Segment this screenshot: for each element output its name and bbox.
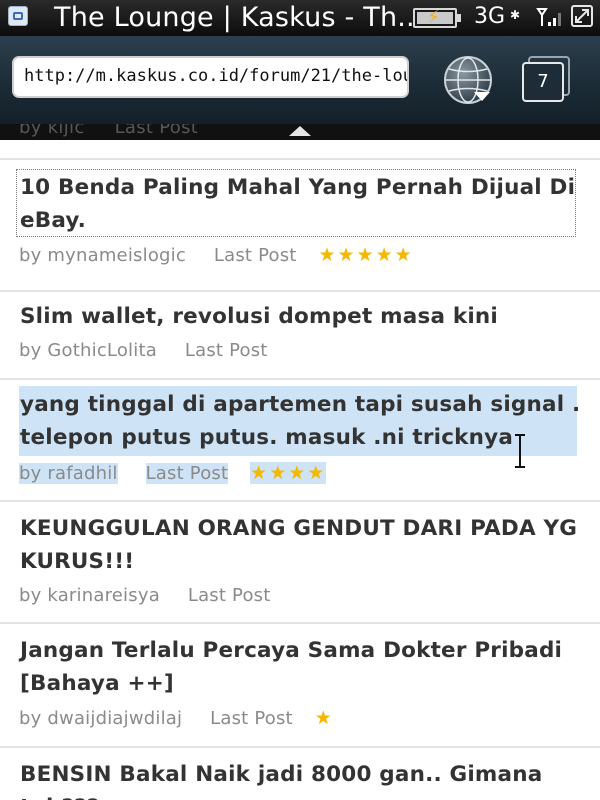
thread-item[interactable]: Slim wallet, revolusi dompet masa kini b… bbox=[0, 292, 600, 378]
last-post-link[interactable]: Last Post bbox=[188, 585, 271, 606]
thread-meta: by karinareisya Last Post bbox=[19, 585, 271, 606]
thread-author[interactable]: by GothicLolita bbox=[19, 340, 157, 361]
thread-author[interactable]: by mynameislogic bbox=[19, 245, 186, 266]
rating-stars: ★★★★★ bbox=[318, 244, 414, 266]
thread-title[interactable]: Jangan Terlalu Percaya Sama Dokter Priba… bbox=[20, 634, 580, 700]
thread-title[interactable]: 10 Benda Paling Mahal Yang Pernah Dijual… bbox=[20, 171, 580, 237]
partial-thread-meta: by kijic Last Post bbox=[19, 124, 222, 138]
thread-meta: by rafadhil Last Post ★★★★ bbox=[19, 462, 327, 484]
thread-item[interactable]: 10 Benda Paling Mahal Yang Pernah Dijual… bbox=[0, 160, 600, 290]
signal-icon bbox=[536, 8, 561, 26]
thread-author[interactable]: by dwaijdiajwdilaj bbox=[19, 708, 182, 729]
thread-author[interactable]: by rafadhil bbox=[19, 463, 118, 484]
thread-item-selected[interactable]: yang tinggal di apartemen tapi susah sig… bbox=[0, 380, 600, 500]
bluetooth-icon: ✱ bbox=[510, 8, 521, 22]
divider bbox=[0, 140, 600, 160]
tabs-icon[interactable]: 7 bbox=[520, 56, 572, 106]
partial-last-post: Last Post bbox=[114, 124, 199, 138]
thread-title[interactable]: BENSIN Bakal Naik jadi 8000 gan.. Gimana… bbox=[20, 758, 580, 800]
network-type-label: 3G bbox=[474, 4, 506, 29]
window-title: The Lounge | Kaskus - Th... bbox=[54, 2, 424, 33]
thread-item[interactable]: KEUNGGULAN ORANG GENDUT DARI PADA YG KUR… bbox=[0, 502, 600, 622]
thread-title[interactable]: Slim wallet, revolusi dompet masa kini bbox=[20, 300, 580, 333]
rating-stars: ★ bbox=[314, 707, 334, 729]
thread-meta: by GothicLolita Last Post bbox=[19, 340, 268, 361]
thread-title[interactable]: KEUNGGULAN ORANG GENDUT DARI PADA YG KUR… bbox=[20, 512, 580, 578]
partial-author: by kijic bbox=[19, 124, 85, 138]
thread-item[interactable]: Jangan Terlalu Percaya Sama Dokter Priba… bbox=[0, 624, 600, 746]
battery-charging-icon: ⚡ bbox=[413, 7, 461, 28]
tabs-count: 7 bbox=[522, 62, 564, 102]
rating-stars: ★★★★ bbox=[250, 462, 327, 484]
status-bar: The Lounge | Kaskus - Th... ⚡ 3G ✱ bbox=[0, 0, 600, 36]
url-input[interactable]: http://m.kaskus.co.id/forum/21/the-loun.… bbox=[12, 56, 409, 98]
thread-meta: by mynameislogic Last Post ★★★★★ bbox=[19, 244, 414, 266]
scrolled-row-strip: by kijic Last Post bbox=[0, 124, 600, 140]
thread-meta: by dwaijdiajwdilaj Last Post ★ bbox=[19, 707, 334, 729]
last-post-link[interactable]: Last Post bbox=[185, 340, 268, 361]
globe-icon[interactable] bbox=[442, 54, 494, 106]
last-post-link[interactable]: Last Post bbox=[145, 463, 229, 484]
thread-list: 10 Benda Paling Mahal Yang Pernah Dijual… bbox=[0, 140, 600, 800]
thread-title[interactable]: yang tinggal di apartemen tapi susah sig… bbox=[20, 388, 585, 454]
text-cursor-icon bbox=[515, 434, 525, 468]
kaskus-app-icon bbox=[8, 6, 28, 26]
expand-icon[interactable] bbox=[571, 5, 593, 27]
last-post-link[interactable]: Last Post bbox=[214, 245, 297, 266]
thread-author[interactable]: by karinareisya bbox=[19, 585, 160, 606]
browser-address-bar: http://m.kaskus.co.id/forum/21/the-loun.… bbox=[0, 36, 600, 124]
thread-item[interactable]: BENSIN Bakal Naik jadi 8000 gan.. Gimana… bbox=[0, 748, 600, 800]
last-post-link[interactable]: Last Post bbox=[210, 708, 293, 729]
scroll-up-icon[interactable] bbox=[289, 126, 311, 136]
